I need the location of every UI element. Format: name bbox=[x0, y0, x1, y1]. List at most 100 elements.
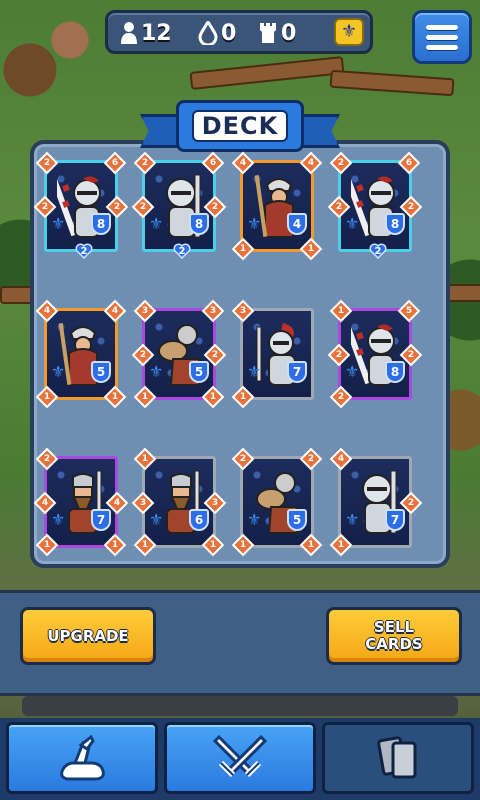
deck-card[interactable]: ⚜ 2 2 1 1 5 bbox=[231, 447, 323, 557]
upgrade-button[interactable]: UPGRADE bbox=[20, 607, 156, 665]
tab-bag[interactable] bbox=[6, 722, 158, 794]
fleur-de-lis-icon: ⚜ bbox=[149, 214, 164, 233]
stat-bottom-left: 2 bbox=[329, 385, 353, 409]
bottom-navigation bbox=[0, 718, 480, 800]
shield-badge: 8 bbox=[189, 213, 209, 235]
stat-bottom-right-value: 1 bbox=[307, 244, 315, 254]
fleur-de-lis-icon: ⚜ bbox=[51, 362, 66, 381]
shield-badge: 8 bbox=[385, 213, 405, 235]
stat-top-left-value: 4 bbox=[337, 454, 345, 464]
stat-bottom-left-value: 1 bbox=[239, 244, 247, 254]
stat-top-left-value: 3 bbox=[141, 306, 149, 316]
stat-top-left-value: 2 bbox=[43, 158, 51, 168]
stat-left-value: 2 bbox=[41, 202, 49, 212]
deck-card[interactable]: ⚜ 2 6 2 2 2 8 bbox=[327, 151, 423, 260]
stat-left-value: 2 bbox=[335, 350, 343, 360]
stat-top-left: 2 bbox=[231, 447, 255, 471]
stat-top-left: 4 bbox=[329, 447, 353, 471]
stat-right-value: 4 bbox=[113, 498, 121, 508]
sell-cards-label: SELL CARDS bbox=[365, 618, 423, 653]
stat-top-left-value: 2 bbox=[337, 158, 345, 168]
fleur-de-lis-icon: ⚜ bbox=[247, 510, 262, 529]
deck-card[interactable]: ⚜ 2 6 2 2 2 8 bbox=[33, 151, 129, 260]
stat-bottom-left: 1 bbox=[133, 385, 157, 409]
deck-card[interactable]: ⚜ 2 4 4 1 1 7 bbox=[33, 447, 129, 557]
heart-value: 2 bbox=[80, 245, 88, 257]
stat-bottom-left: 1 bbox=[231, 237, 255, 261]
deck-card[interactable]: ⚜ 4 4 1 1 5 bbox=[35, 299, 127, 409]
deck-card[interactable]: ⚜ 1 5 2 2 2 8 bbox=[327, 299, 423, 409]
stat-right-value: 2 bbox=[407, 498, 415, 508]
stat-bottom-right-value: 1 bbox=[209, 540, 217, 550]
stat-top-left-value: 2 bbox=[43, 454, 51, 464]
stat-top-right: 2 bbox=[299, 447, 323, 471]
stat-top-left-value: 3 bbox=[239, 306, 247, 316]
shield-badge: 4 bbox=[287, 213, 307, 235]
stat-bottom-right-value: 1 bbox=[209, 392, 217, 402]
stat-right-value: 2 bbox=[407, 350, 415, 360]
tab-cards[interactable] bbox=[322, 722, 474, 794]
fleur-de-lis-icon: ⚜ bbox=[149, 362, 164, 381]
stat-bottom-left-value: 1 bbox=[239, 392, 247, 402]
towers-value: 0 bbox=[281, 20, 297, 46]
fleur-de-lis-icon: ⚜ bbox=[247, 362, 262, 381]
sell-cards-button[interactable]: SELL CARDS bbox=[326, 607, 462, 665]
stat-top-right-value: 6 bbox=[209, 158, 217, 168]
shield-badge: 7 bbox=[385, 509, 405, 531]
deck-card[interactable]: ⚜ 2 6 2 2 2 8 bbox=[131, 151, 227, 260]
stat-top-right-value: 4 bbox=[111, 306, 119, 316]
deck-card[interactable]: ⚜ 4 2 1 7 bbox=[329, 447, 423, 557]
stat-bottom-right: 1 bbox=[299, 237, 323, 261]
stat-bottom-left-value: 1 bbox=[43, 540, 51, 550]
stat-top-right-value: 2 bbox=[307, 454, 315, 464]
fleur-de-lis-icon: ⚜ bbox=[345, 214, 360, 233]
stat-top-right-value: 3 bbox=[209, 306, 217, 316]
shield-badge: 7 bbox=[287, 361, 307, 383]
crossed-swords-icon bbox=[213, 734, 267, 778]
fleur-de-lis-icon: ⚜ bbox=[345, 510, 360, 529]
stat-top-left: 1 bbox=[329, 299, 353, 323]
towers-stat: 0 bbox=[258, 19, 296, 47]
deck-card[interactable]: ⚜ 3 1 7 bbox=[231, 299, 314, 409]
shield-badge: 5 bbox=[287, 509, 307, 531]
tower-icon bbox=[260, 23, 276, 43]
fleur-de-lis-icon: ⚜ bbox=[340, 21, 358, 42]
stat-left-value: 2 bbox=[139, 350, 147, 360]
stat-top-left: 1 bbox=[133, 447, 157, 471]
stat-right-value: 2 bbox=[211, 202, 219, 212]
stat-bottom-left-value: 1 bbox=[141, 540, 149, 550]
stat-top-right: 5 bbox=[397, 299, 421, 323]
stat-bottom-right-value: 1 bbox=[111, 540, 119, 550]
shield-badge: 5 bbox=[189, 361, 209, 383]
person-icon bbox=[121, 22, 137, 44]
stat-top-left-value: 4 bbox=[239, 158, 247, 168]
stat-left-value: 2 bbox=[139, 202, 147, 212]
stat-top-right-value: 6 bbox=[111, 158, 119, 168]
stat-top-left-value: 2 bbox=[239, 454, 247, 464]
fleur-de-lis-icon: ⚜ bbox=[345, 362, 360, 381]
stat-top-right-value: 6 bbox=[405, 158, 413, 168]
stat-right-value: 3 bbox=[211, 498, 219, 508]
shield-badge: 7 bbox=[91, 509, 111, 531]
stat-bottom-left-value: 1 bbox=[141, 392, 149, 402]
cards-icon bbox=[377, 736, 417, 779]
water-value: 0 bbox=[221, 20, 237, 46]
fleur-de-lis-button[interactable]: ⚜ bbox=[334, 18, 364, 46]
water-stat: 0 bbox=[198, 19, 236, 47]
menu-button[interactable] bbox=[412, 10, 472, 64]
deck-title: DECK bbox=[191, 110, 289, 142]
stat-top-right-value: 4 bbox=[307, 158, 315, 168]
deck-card[interactable]: ⚜ 4 4 1 1 4 bbox=[231, 151, 323, 261]
shield-badge: 6 bbox=[189, 509, 209, 531]
stat-top-right: 3 bbox=[201, 299, 225, 323]
stat-left-value: 2 bbox=[335, 202, 343, 212]
stat-bottom-right-value: 1 bbox=[111, 392, 119, 402]
stat-left-value: 4 bbox=[41, 498, 49, 508]
stat-right-value: 2 bbox=[211, 350, 219, 360]
tab-battle[interactable] bbox=[164, 722, 316, 794]
deck-card[interactable]: ⚜ 3 3 2 2 1 1 5 bbox=[131, 299, 227, 409]
stat-bottom-right: 1 bbox=[103, 385, 127, 409]
stat-top-left: 3 bbox=[231, 299, 255, 323]
bag-icon bbox=[60, 734, 105, 781]
deck-card[interactable]: ⚜ 1 3 3 1 1 6 bbox=[131, 447, 227, 557]
